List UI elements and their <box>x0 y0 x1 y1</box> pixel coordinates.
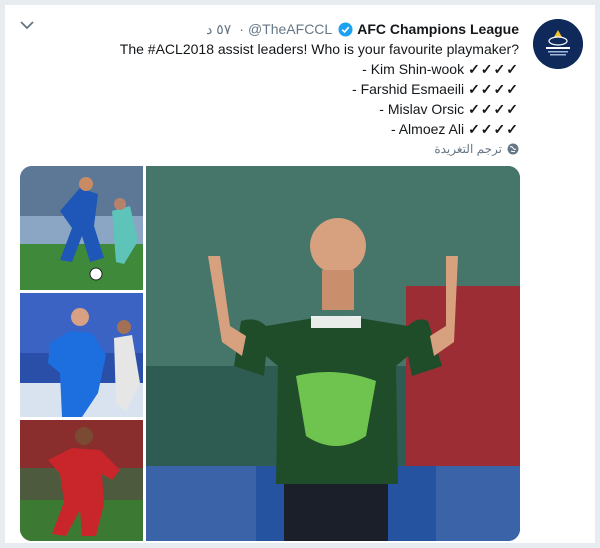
media-grid <box>20 166 520 541</box>
separator-dot: · <box>239 21 244 37</box>
display-name[interactable]: AFC Champions League <box>357 21 519 37</box>
translate-label: ترجم التغريدة <box>434 142 502 156</box>
avatar[interactable] <box>533 19 583 69</box>
translate-tweet-link[interactable]: ترجم التغريدة <box>434 142 519 156</box>
photo-image <box>146 166 520 541</box>
player-name: - Kim Shin-wook <box>362 61 465 77</box>
player-name: - Almoez Ali <box>390 121 465 137</box>
timestamp[interactable]: ٥٧ د <box>206 21 231 38</box>
photo-player-green-main[interactable] <box>146 166 520 541</box>
tweet-line-player: - Farshid Esmaeili ✓✓✓✓ <box>39 79 519 99</box>
tweet-header: ٥٧ د · @TheAFCCL AFC Champions League <box>206 19 519 39</box>
check-marks: ✓✓✓✓ <box>468 101 519 117</box>
photo-image <box>20 293 143 417</box>
chevron-down-icon[interactable] <box>19 19 35 31</box>
player-name: - Farshid Esmaeili <box>352 81 465 97</box>
verified-badge-icon <box>338 21 353 37</box>
tweet-line-player: - Mislav Orsic ✓✓✓✓ <box>39 99 519 119</box>
check-marks: ✓✓✓✓ <box>468 61 519 77</box>
tweet-text: The #ACL2018 assist leaders! Who is your… <box>39 39 519 139</box>
player-name: - Mislav Orsic <box>379 101 465 117</box>
check-marks: ✓✓✓✓ <box>468 121 519 137</box>
photo-image <box>20 420 143 541</box>
photo-player-red[interactable] <box>20 420 143 541</box>
tweet-card[interactable]: ٥٧ د · @TheAFCCL AFC Champions League Th… <box>4 4 596 544</box>
photo-image <box>20 166 143 290</box>
photo-player-blue-2[interactable] <box>20 293 143 417</box>
globe-icon <box>507 143 519 155</box>
afc-logo-icon <box>533 19 583 69</box>
tweet-line-intro: The #ACL2018 assist leaders! Who is your… <box>119 41 519 57</box>
check-marks: ✓✓✓✓ <box>468 81 519 97</box>
user-handle[interactable]: @TheAFCCL <box>248 21 332 37</box>
tweet-line-player: - Almoez Ali ✓✓✓✓ <box>39 119 519 139</box>
photo-player-blue-1[interactable] <box>20 166 143 290</box>
tweet-line-player: - Kim Shin-wook ✓✓✓✓ <box>39 59 519 79</box>
